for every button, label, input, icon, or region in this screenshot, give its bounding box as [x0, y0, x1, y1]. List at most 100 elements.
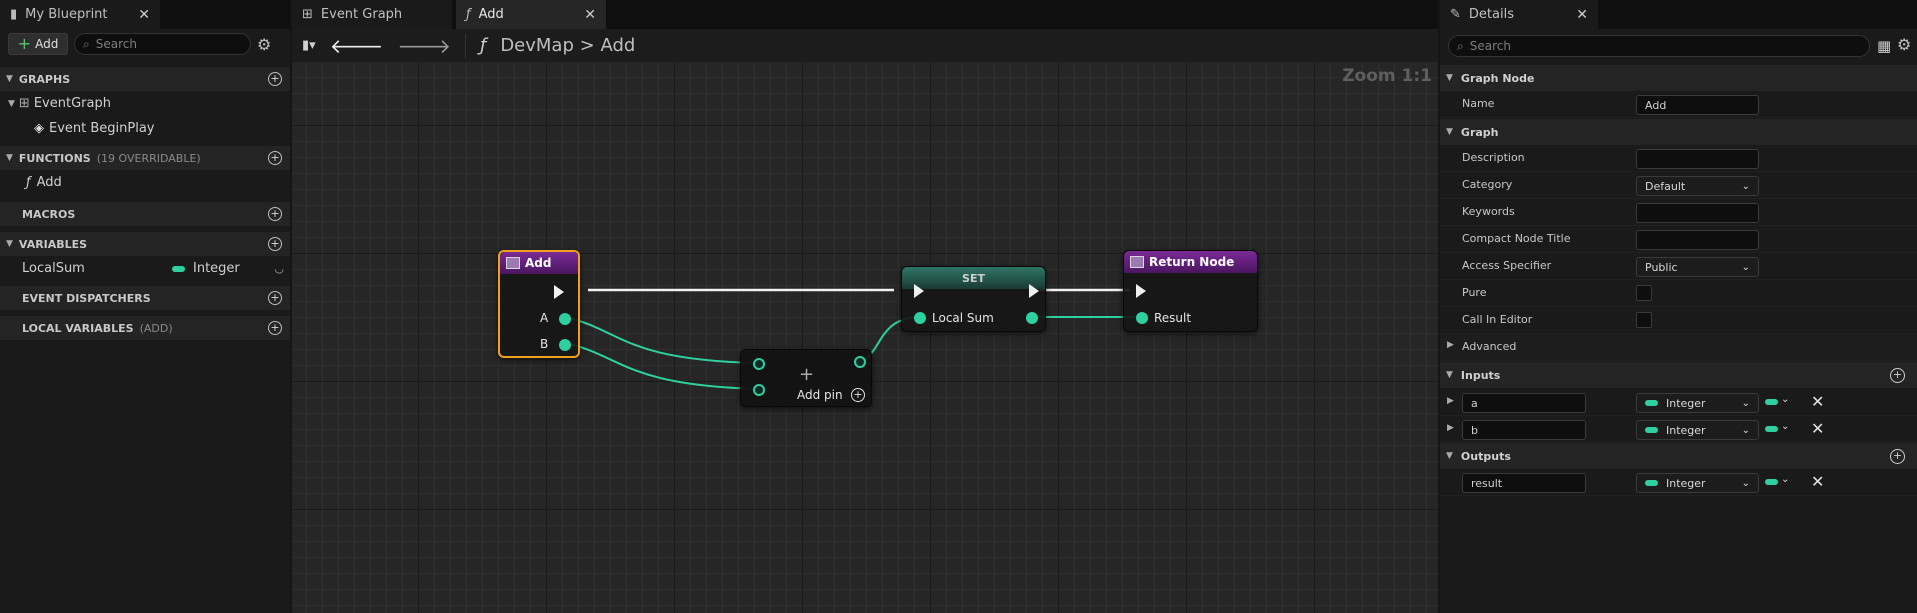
- tab-label: My Blueprint: [25, 7, 108, 22]
- add-macro-icon[interactable]: +: [268, 207, 282, 221]
- add-output-icon[interactable]: +: [1890, 448, 1905, 464]
- input-name-field[interactable]: b: [1462, 420, 1586, 440]
- description-field[interactable]: [1636, 149, 1759, 169]
- search-icon: ⌕: [1457, 38, 1464, 53]
- input-type-combo[interactable]: Integer ⌄: [1636, 420, 1759, 440]
- tab-details[interactable]: ✎ Details ✕: [1440, 0, 1598, 29]
- output-type-combo[interactable]: Integer ⌄: [1636, 473, 1759, 493]
- remove-input-icon[interactable]: ✕: [1811, 419, 1824, 438]
- section-event-dispatchers[interactable]: EVENT DISPATCHERS +: [0, 284, 290, 310]
- function-item-add[interactable]: ƒ Add: [0, 170, 290, 195]
- exec-out-pin[interactable]: [554, 285, 564, 299]
- add-output-pin[interactable]: [854, 356, 866, 368]
- graph-item-beginplay[interactable]: ◈ Event BeginPlay: [0, 116, 290, 141]
- row-compact-title: Compact Node Title: [1440, 226, 1917, 253]
- output-row-result: result Integer ⌄ ⌄ ✕: [1440, 469, 1917, 496]
- close-icon[interactable]: ✕: [138, 7, 150, 23]
- add-function-icon[interactable]: +: [268, 151, 282, 165]
- chevron-down-icon[interactable]: ⌄: [1781, 394, 1789, 405]
- set-node[interactable]: SET Local Sum: [901, 266, 1046, 332]
- add-dispatcher-icon[interactable]: +: [268, 291, 282, 305]
- row-description: Description: [1440, 145, 1917, 172]
- section-variables[interactable]: ▼ VARIABLES +: [0, 230, 290, 256]
- name-field[interactable]: Add: [1636, 95, 1759, 115]
- function-entry-node[interactable]: Add A B: [498, 250, 580, 358]
- exec-in-pin[interactable]: [1136, 284, 1146, 298]
- close-icon[interactable]: ✕: [1576, 7, 1588, 23]
- add-local-variable-icon[interactable]: +: [268, 321, 282, 335]
- details-search-input[interactable]: ⌕ Search: [1448, 35, 1870, 57]
- pin-a[interactable]: [559, 313, 571, 325]
- function-icon: ƒ: [26, 175, 31, 190]
- add-input-pin-2[interactable]: [753, 384, 765, 396]
- event-icon: ◈: [34, 121, 44, 136]
- add-input-icon[interactable]: +: [1890, 367, 1905, 383]
- graph-item-label: EventGraph: [33, 96, 111, 111]
- container-type-icon[interactable]: [1765, 479, 1778, 485]
- section-note: (19 OVERRIDABLE): [96, 151, 201, 165]
- graph-editor[interactable]: ⊞ Event Graph ƒ Add ✕ ▮▾ 🡐 🡒 ƒ DevMap > …: [292, 0, 1438, 613]
- remove-input-icon[interactable]: ✕: [1811, 392, 1824, 411]
- container-type-icon[interactable]: [1765, 399, 1778, 405]
- container-type-icon[interactable]: [1765, 426, 1778, 432]
- add-pin-icon[interactable]: +: [851, 388, 865, 402]
- category-combo[interactable]: Default ⌄: [1636, 176, 1759, 196]
- access-combo[interactable]: Public ⌄: [1636, 257, 1759, 277]
- table-view-icon[interactable]: ▦: [1877, 37, 1891, 55]
- row-label: Call In Editor: [1462, 313, 1533, 326]
- expand-arrow-icon: ▶: [1447, 396, 1454, 406]
- graph-item-eventgraph[interactable]: ▼ ⊞ EventGraph: [0, 91, 290, 116]
- call-in-editor-checkbox[interactable]: [1636, 312, 1652, 328]
- variable-item-localsum[interactable]: LocalSum Integer ◡: [0, 256, 290, 281]
- pure-checkbox[interactable]: [1636, 285, 1652, 301]
- result-pin[interactable]: [1136, 312, 1148, 324]
- exec-out-pin[interactable]: [1029, 284, 1039, 298]
- input-name-field[interactable]: a: [1462, 393, 1586, 413]
- output-type: Integer: [1666, 476, 1706, 490]
- input-row-a: ▶ a Integer ⌄ ⌄ ✕: [1440, 389, 1917, 416]
- tab-my-blueprint[interactable]: ▮ My Blueprint ✕: [0, 0, 160, 29]
- add-variable-icon[interactable]: +: [268, 237, 282, 251]
- add-graph-icon[interactable]: +: [268, 72, 282, 86]
- node-header: Add: [500, 252, 578, 274]
- section-label: FUNCTIONS: [18, 151, 91, 165]
- section-label: VARIABLES: [18, 237, 88, 251]
- category-graph-node[interactable]: ▼ Graph Node: [1440, 65, 1917, 91]
- chevron-down-icon[interactable]: ⌄: [1781, 421, 1789, 432]
- chevron-down-icon: ⌄: [1741, 261, 1750, 273]
- set-input-pin[interactable]: [914, 312, 926, 324]
- node-title: Return Node: [1149, 255, 1235, 269]
- add-pin-label[interactable]: Add pin: [797, 388, 843, 402]
- section-graphs[interactable]: ▼ GRAPHS +: [0, 65, 290, 91]
- remove-output-icon[interactable]: ✕: [1811, 472, 1824, 491]
- input-type-combo[interactable]: Integer ⌄: [1636, 393, 1759, 413]
- book-icon: ▮: [10, 7, 18, 22]
- left-tabbar: ▮ My Blueprint ✕: [0, 0, 290, 29]
- set-output-pin[interactable]: [1026, 312, 1038, 324]
- collapse-arrow-icon: ▼: [1446, 451, 1453, 461]
- category-label: Graph Node: [1460, 71, 1535, 85]
- category-inputs[interactable]: ▼ Inputs +: [1440, 362, 1917, 388]
- compact-title-field[interactable]: [1636, 230, 1759, 250]
- section-local-variables[interactable]: LOCAL VARIABLES (ADD) +: [0, 314, 290, 340]
- output-name-field[interactable]: result: [1462, 473, 1586, 493]
- keywords-field[interactable]: [1636, 203, 1759, 223]
- exec-in-pin[interactable]: [914, 284, 924, 298]
- graph-item-label: Event BeginPlay: [49, 121, 155, 136]
- gear-icon[interactable]: ⚙: [257, 35, 271, 54]
- search-input[interactable]: ⌕ Search: [74, 33, 251, 55]
- row-advanced[interactable]: ▶ Advanced: [1440, 334, 1917, 361]
- return-node[interactable]: Return Node Result: [1123, 250, 1258, 332]
- section-macros[interactable]: MACROS +: [0, 200, 290, 226]
- section-functions[interactable]: ▼ FUNCTIONS (19 OVERRIDABLE) +: [0, 144, 290, 170]
- add-input-pin-1[interactable]: [753, 358, 765, 370]
- add-operator-node[interactable]: + Add pin +: [740, 349, 872, 407]
- category-outputs[interactable]: ▼ Outputs +: [1440, 443, 1917, 469]
- chevron-down-icon[interactable]: ⌄: [1781, 474, 1789, 485]
- pin-b[interactable]: [559, 339, 571, 351]
- category-graph[interactable]: ▼ Graph: [1440, 119, 1917, 145]
- add-button[interactable]: + Add: [8, 33, 68, 55]
- visibility-eye-icon[interactable]: ◡: [274, 262, 284, 275]
- gear-icon[interactable]: ⚙: [1897, 35, 1911, 54]
- row-label: Keywords: [1462, 205, 1515, 218]
